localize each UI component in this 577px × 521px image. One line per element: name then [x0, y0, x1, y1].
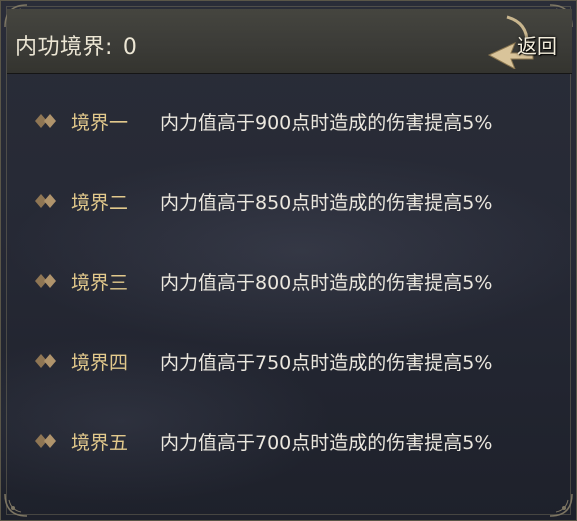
realm-description: 内力值高于750点时造成的伤害提高5%: [160, 352, 493, 374]
realm-description: 内力值高于700点时造成的伤害提高5%: [160, 432, 493, 454]
double-diamond-icon: [35, 434, 56, 448]
realm-name: 境界四: [71, 352, 129, 374]
realm-level-value: 0: [122, 35, 138, 60]
double-diamond-icon: [35, 274, 56, 288]
realm-description: 内力值高于850点时造成的伤害提高5%: [160, 192, 493, 214]
title-label: 内功境界:: [15, 35, 113, 60]
double-diamond-icon: [35, 354, 56, 368]
realm-description: 内力值高于900点时造成的伤害提高5%: [160, 112, 493, 134]
realm-description: 内力值高于800点时造成的伤害提高5%: [160, 272, 493, 294]
double-diamond-icon: [35, 194, 56, 208]
realm-panel: 内功境界: 0 返回 境界一 内力值高于900点时造成的伤害提高5% 境界二 内力…: [0, 0, 577, 521]
corner-ornament-icon: [4, 493, 28, 517]
back-button[interactable]: 返回: [485, 13, 569, 69]
realm-name: 境界二: [71, 192, 129, 214]
realm-name: 境界一: [71, 112, 129, 134]
double-diamond-icon: [35, 114, 56, 128]
page-title: 内功境界: 0: [15, 29, 137, 61]
realm-name: 境界三: [71, 272, 129, 294]
realm-name: 境界五: [71, 432, 129, 454]
corner-ornament-icon: [549, 493, 573, 517]
back-button-label: 返回: [517, 34, 557, 58]
